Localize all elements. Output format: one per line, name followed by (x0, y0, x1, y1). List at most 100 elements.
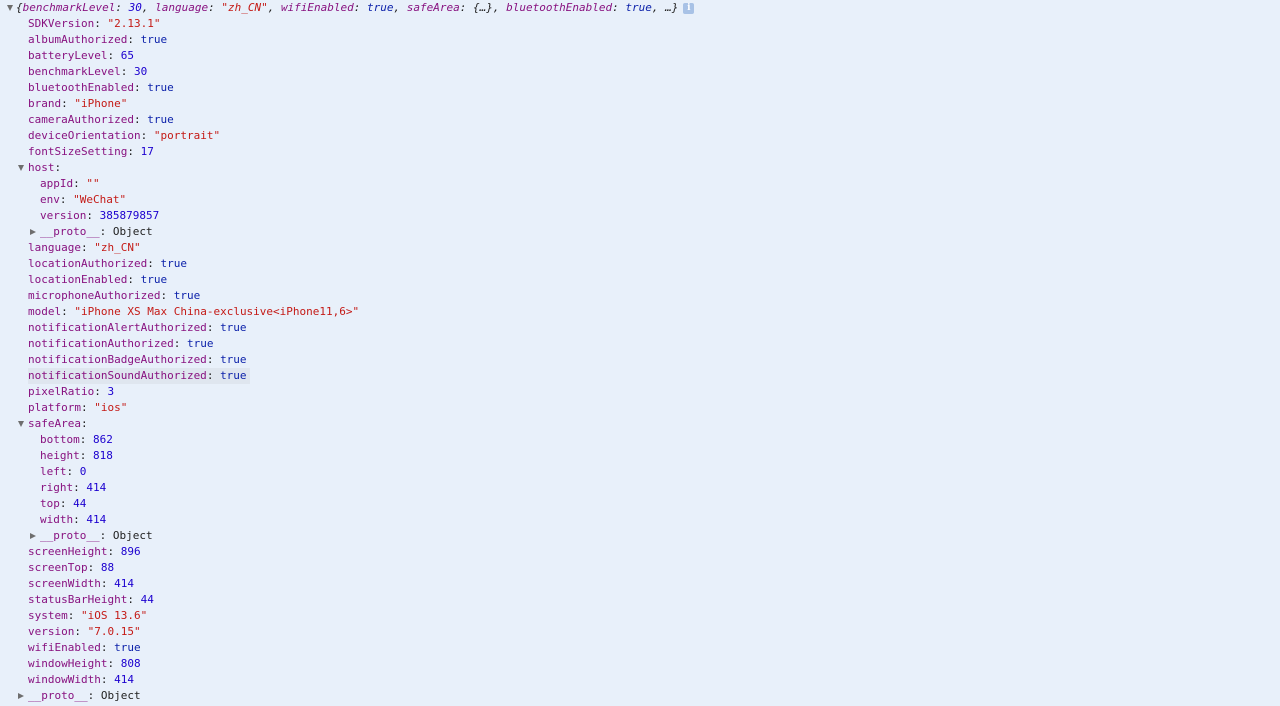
property-key: model (28, 305, 62, 318)
property-value: 808 (120, 657, 141, 670)
info-icon[interactable]: i (683, 2, 695, 14)
expand-down-icon[interactable] (16, 416, 26, 432)
expand-down-icon[interactable] (5, 0, 15, 16)
property-value: Object (112, 529, 153, 542)
property-key: __proto__ (28, 689, 88, 702)
property-key: safeArea (28, 417, 81, 430)
property-value: true (173, 289, 201, 302)
property-key: __proto__ (40, 529, 100, 542)
property-colon: : (107, 657, 121, 670)
property-value: Object (100, 689, 141, 702)
property-colon: : (127, 145, 141, 158)
property-key: brand (28, 97, 62, 110)
console-object-tree: {benchmarkLevel: 30, language: "zh_CN", … (0, 0, 1280, 706)
property-colon: : (107, 545, 121, 558)
property-colon: : (54, 161, 62, 174)
property-colon: : (100, 673, 115, 686)
property-key: screenTop (28, 561, 88, 574)
summary-value: true (367, 1, 394, 14)
property-value: 30 (133, 65, 148, 78)
summary-colon: : (353, 1, 368, 14)
property-colon: : (94, 17, 108, 30)
property-content: left: 0 (40, 464, 86, 480)
property-key: windowWidth (28, 673, 101, 686)
property-value: 818 (93, 449, 113, 462)
property-content: benchmarkLevel: 30 (28, 64, 147, 80)
property-value: true (186, 337, 214, 350)
property-content: __proto__: Object (28, 688, 141, 704)
property-value: 896 (120, 545, 141, 558)
property-value: "iOS 13.6" (81, 609, 148, 622)
property-key: locationEnabled (28, 273, 128, 286)
property-value: true (147, 113, 174, 126)
summary-close-brace: } (671, 1, 679, 14)
summary-value: true (625, 1, 652, 14)
property-value: "7.0.15" (87, 625, 141, 638)
property-content: version: "7.0.15" (28, 624, 141, 640)
property-colon: : (61, 305, 75, 318)
summary-comma: , (267, 1, 281, 14)
property-value: 0 (79, 465, 87, 478)
property-key: benchmarkLevel (28, 65, 121, 78)
object-summary: {benchmarkLevel: 30, language: "zh_CN", … (16, 0, 695, 16)
property-colon: : (107, 49, 121, 62)
expand-right-icon[interactable] (16, 688, 26, 704)
summary-value: {…} (473, 1, 493, 14)
property-content: deviceOrientation: "portrait" (28, 128, 220, 144)
property-value: "portrait" (153, 129, 221, 142)
summary-colon: : (459, 1, 474, 14)
property-key: notificationBadgeAuthorized (28, 353, 207, 366)
expand-right-icon[interactable] (28, 528, 38, 544)
property-colon: : (79, 433, 93, 446)
property-colon: : (59, 193, 74, 206)
property-key: __proto__ (40, 225, 100, 238)
property-key: left (40, 465, 67, 478)
property-content: system: "iOS 13.6" (28, 608, 147, 624)
property-key: notificationAlertAuthorized (28, 321, 207, 334)
expand-down-icon[interactable] (16, 160, 26, 176)
property-content: SDKVersion: "2.13.1" (28, 16, 160, 32)
property-content: right: 414 (40, 480, 106, 496)
property-content: batteryLevel: 65 (28, 48, 134, 64)
summary-key: benchmarkLevel (22, 1, 116, 14)
property-content: platform: "ios" (28, 400, 127, 416)
property-colon: : (94, 385, 108, 398)
property-key: top (40, 497, 60, 510)
property-key: right (40, 481, 74, 494)
property-content: version: 385879857 (40, 208, 159, 224)
property-content: language: "zh_CN" (28, 240, 141, 256)
property-content: microphoneAuthorized: true (28, 288, 200, 304)
property-colon: : (127, 593, 141, 606)
property-value: 414 (114, 577, 134, 590)
property-content: notificationAuthorized: true (28, 336, 213, 352)
property-key: host (28, 161, 55, 174)
property-colon: : (80, 241, 95, 254)
property-content: wifiEnabled: true (28, 640, 141, 656)
property-colon: : (79, 449, 93, 462)
property-content: model: "iPhone XS Max China-exclusive<iP… (28, 304, 359, 320)
property-colon: : (147, 257, 161, 270)
property-value: "2.13.1" (107, 17, 161, 30)
property-colon: : (206, 353, 221, 366)
property-content: __proto__: Object (40, 224, 153, 240)
property-content: windowWidth: 414 (28, 672, 134, 688)
property-key: notificationSoundAuthorized (28, 369, 207, 382)
property-value: 414 (114, 673, 134, 686)
summary-key: language (155, 1, 209, 14)
property-key: env (40, 193, 60, 206)
summary-colon: : (208, 1, 222, 14)
property-content: fontSizeSetting: 17 (28, 144, 154, 160)
property-key: albumAuthorized (28, 33, 128, 46)
property-colon: : (87, 689, 101, 702)
property-value: 65 (120, 49, 134, 62)
property-value: true (160, 257, 187, 270)
property-key: microphoneAuthorized (28, 289, 161, 302)
summary-ellipsis: … (665, 1, 672, 14)
expand-right-icon[interactable] (28, 224, 38, 240)
property-content: env: "WeChat" (40, 192, 126, 208)
property-key: deviceOrientation (28, 129, 141, 142)
property-colon: : (120, 65, 134, 78)
property-colon: : (73, 177, 87, 190)
property-content: screenWidth: 414 (28, 576, 134, 592)
property-content: notificationBadgeAuthorized: true (28, 352, 247, 368)
